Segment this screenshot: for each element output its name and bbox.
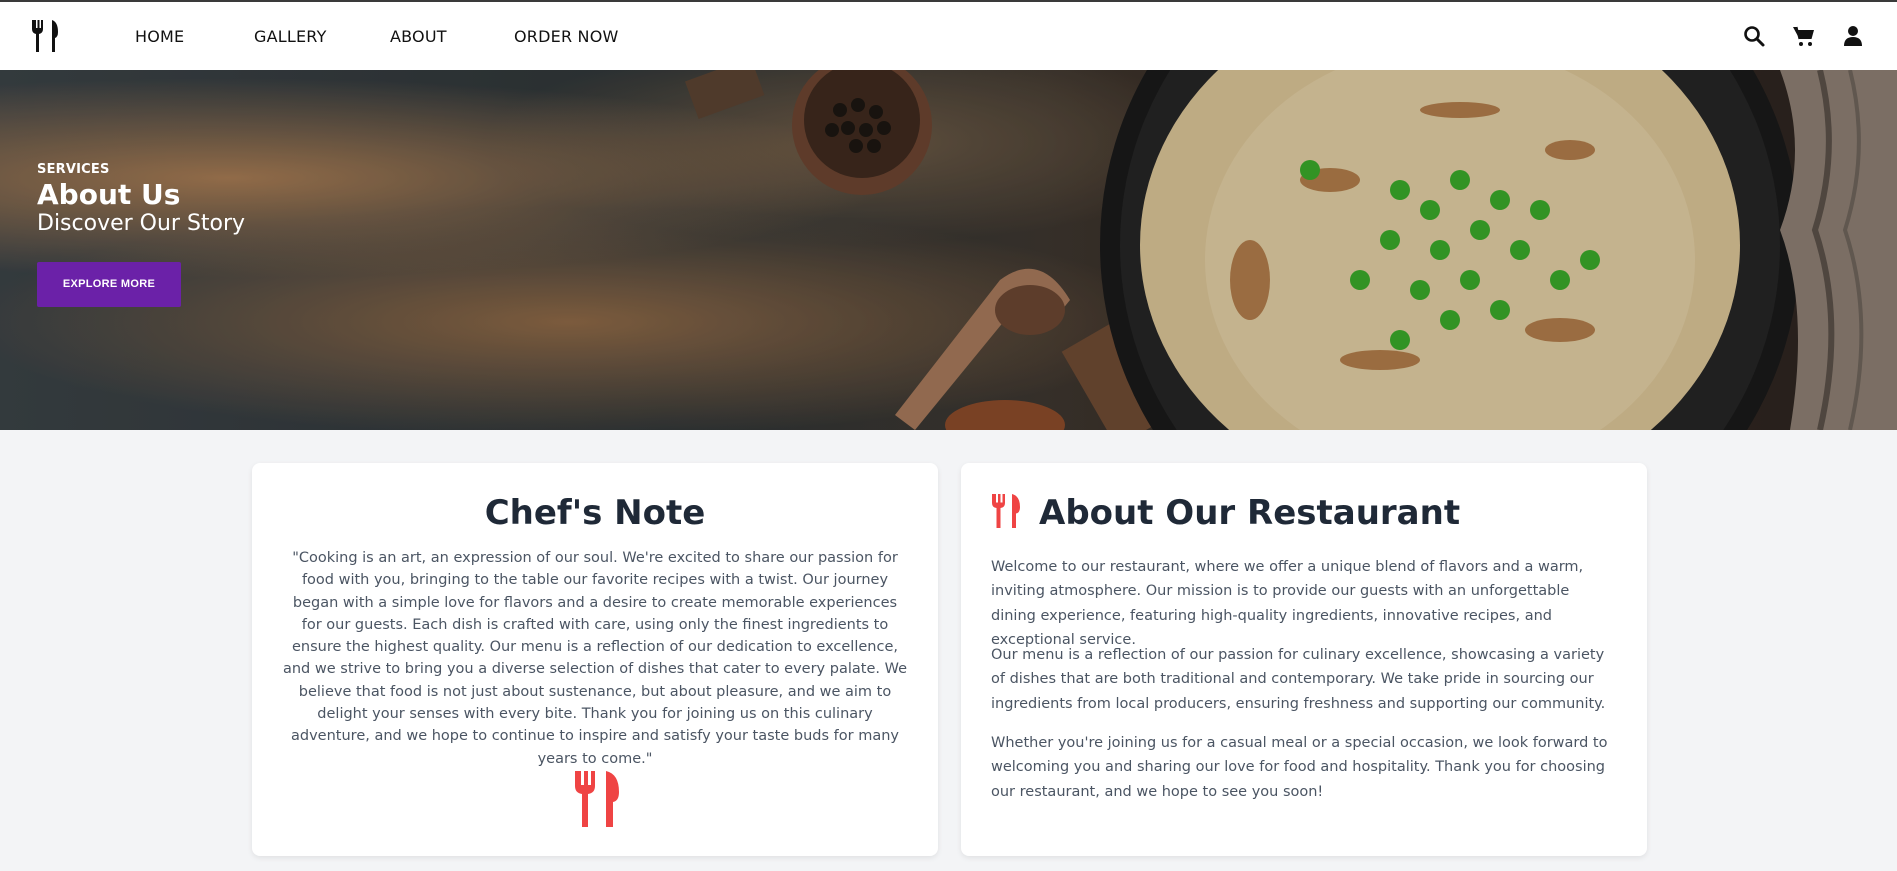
about-paragraph: Welcome to our restaurant, where we offe…	[991, 559, 1584, 648]
search-icon[interactable]	[1742, 24, 1766, 48]
hero-banner: SERVICES About Us Discover Our Story EXP…	[0, 70, 1897, 430]
chefs-note-title: Chef's Note	[484, 493, 706, 533]
top-navbar: HOME GALLERY ABOUT ORDER NOW	[0, 2, 1897, 70]
about-restaurant-title: About Our Restaurant	[1039, 493, 1461, 533]
hero-overlay	[0, 70, 1897, 430]
chefs-note-card: Chef's Note "Cooking is an art, an expre…	[252, 463, 938, 856]
utensils-icon	[992, 494, 1020, 528]
nav-link-gallery[interactable]: GALLERY	[254, 27, 327, 46]
hero-title: About Us	[37, 178, 181, 211]
fork-knife-logo-icon[interactable]	[30, 19, 60, 53]
user-icon[interactable]	[1841, 24, 1865, 48]
about-restaurant-card: About Our Restaurant Welcome to our rest…	[961, 463, 1647, 856]
nav-link-home[interactable]: HOME	[135, 27, 184, 46]
about-paragraph: Whether you're joining us for a casual m…	[991, 735, 1608, 800]
chefs-note-text: "Cooking is an art, an expression of our…	[282, 550, 907, 767]
utensils-icon	[575, 771, 619, 827]
cart-icon[interactable]	[1792, 24, 1816, 48]
about-paragraph: Our menu is a reflection of our passion …	[991, 647, 1606, 712]
hero-eyebrow: SERVICES	[37, 162, 110, 177]
hero-subtitle: Discover Our Story	[37, 211, 246, 236]
explore-more-button[interactable]: EXPLORE MORE	[37, 262, 181, 307]
nav-link-about[interactable]: ABOUT	[390, 27, 447, 46]
nav-link-order-now[interactable]: ORDER NOW	[514, 27, 619, 46]
